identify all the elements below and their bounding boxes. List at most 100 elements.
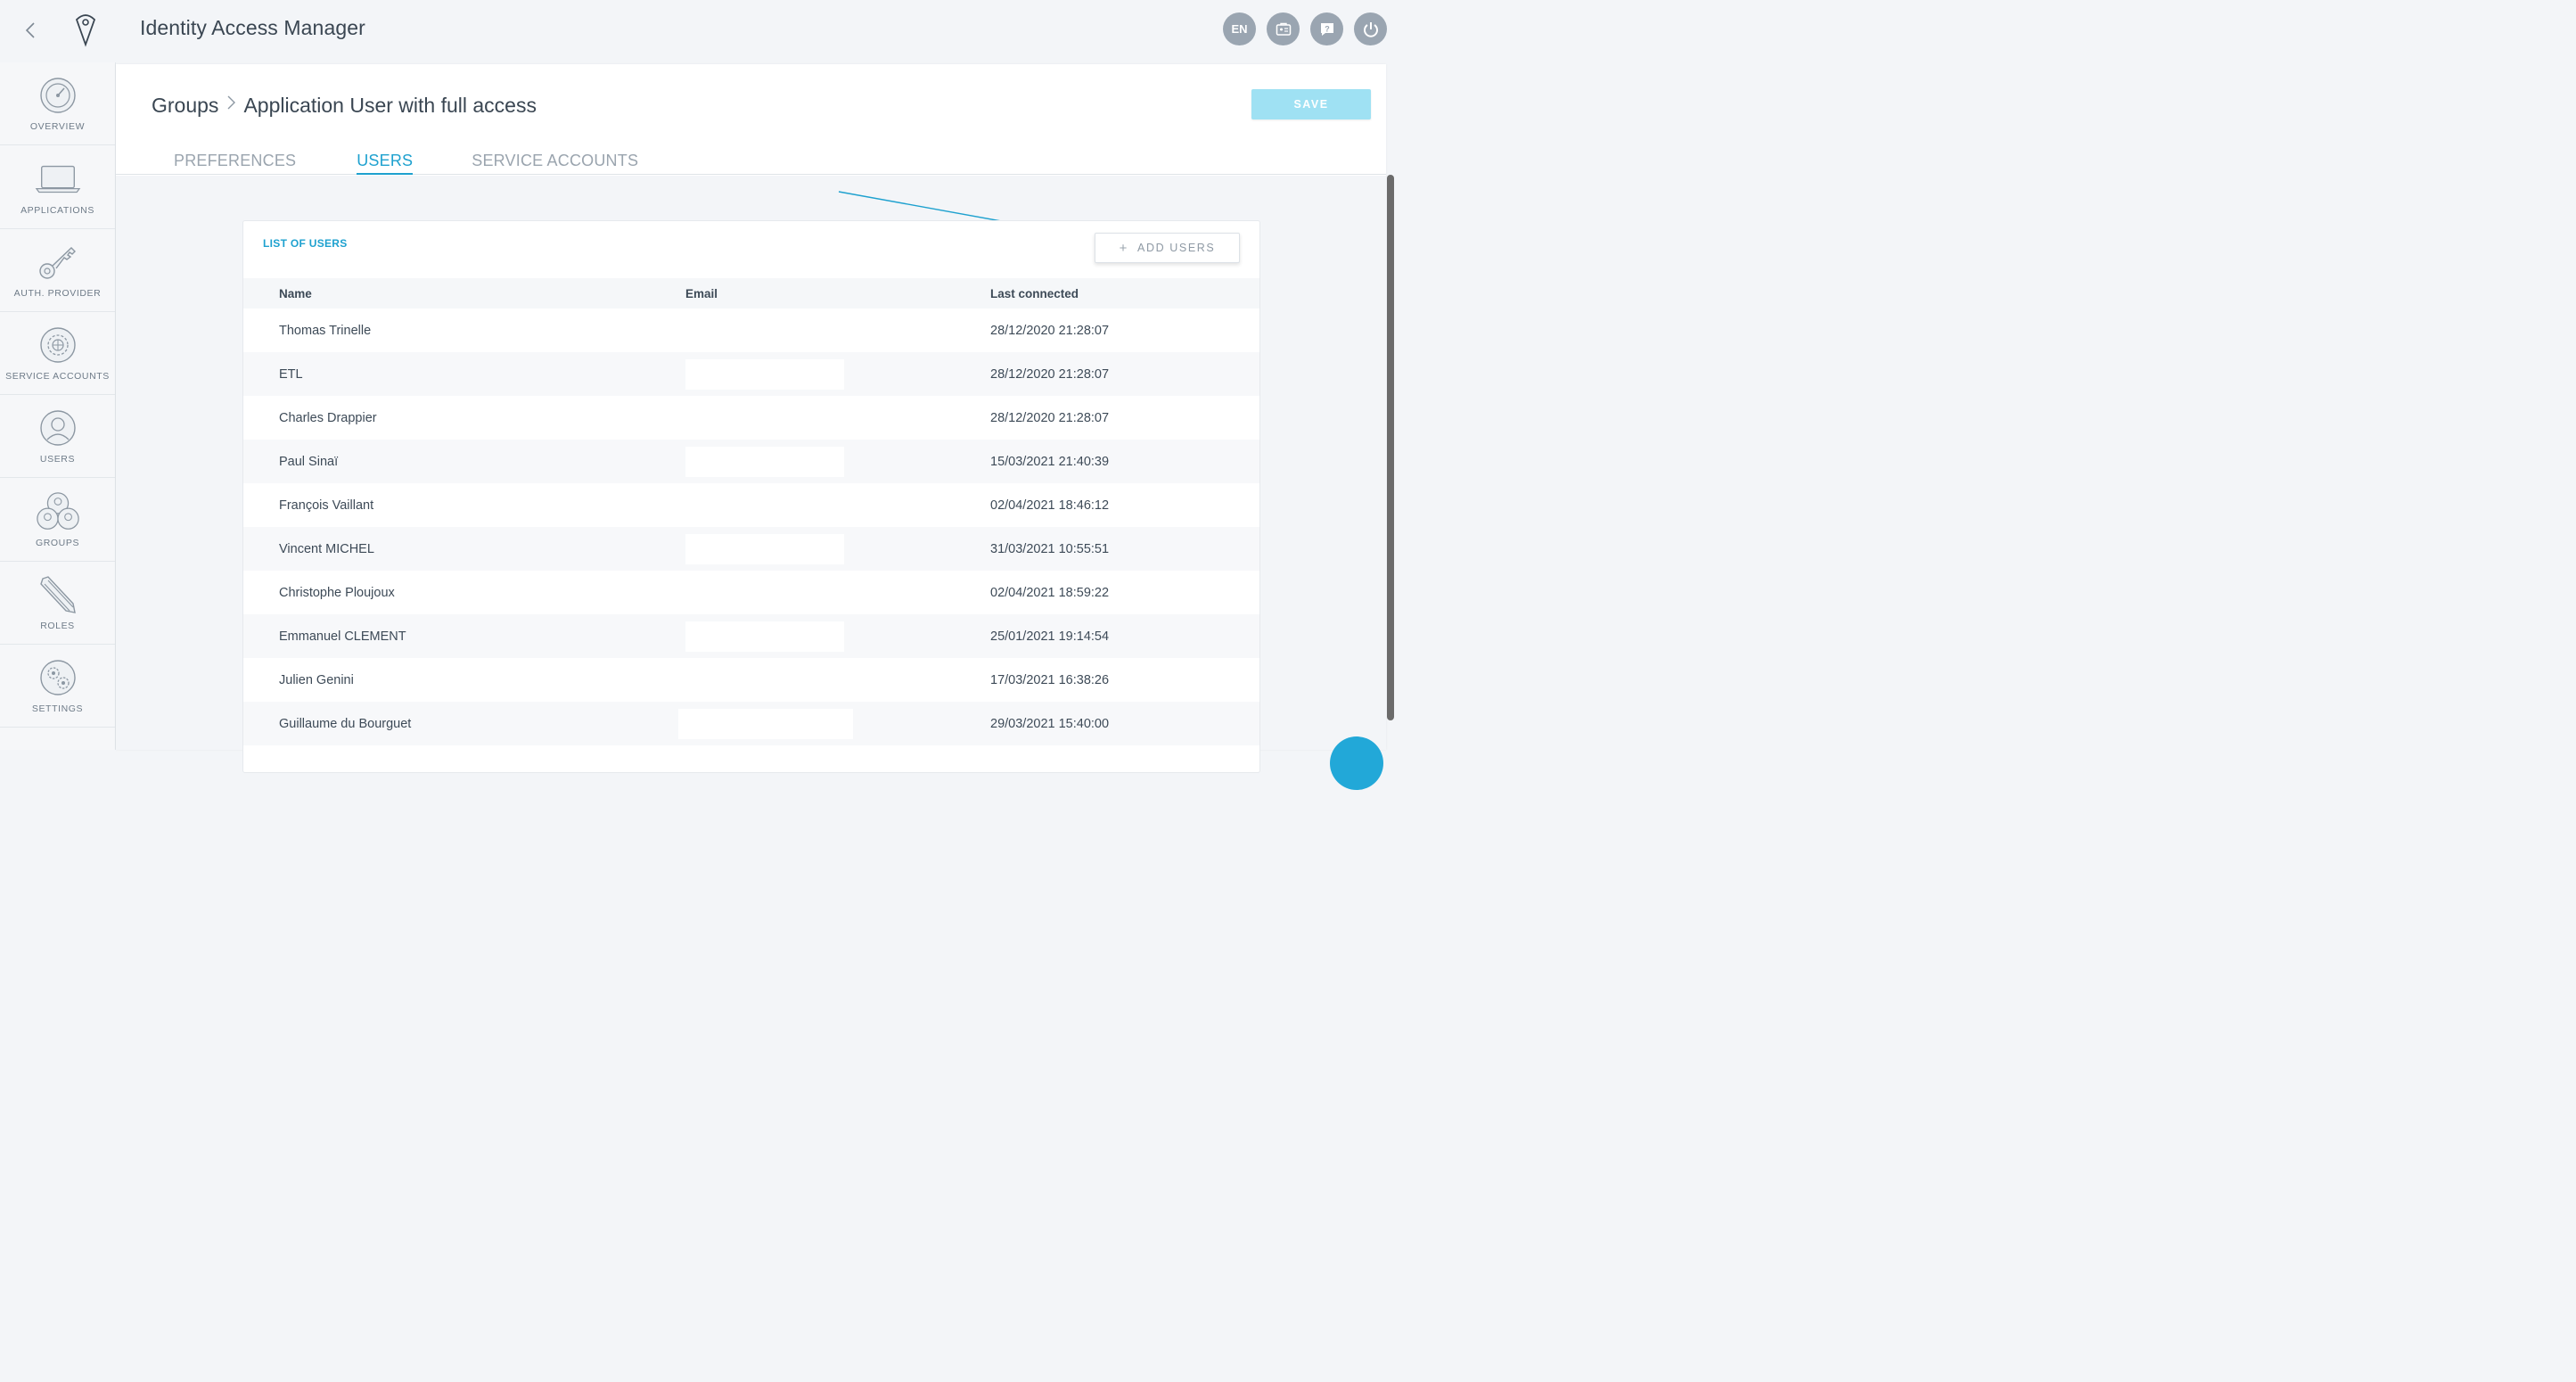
user-email bbox=[685, 483, 990, 527]
users-table: Name Email Last connected Thomas Trinell… bbox=[243, 278, 1259, 745]
user-email bbox=[685, 396, 990, 440]
email-redaction bbox=[685, 358, 844, 390]
table-row[interactable]: Vincent MICHEL 31/03/2021 10:55:51 bbox=[243, 527, 1259, 571]
laptop-icon bbox=[35, 159, 81, 200]
table-row[interactable]: Paul Sinaï 15/03/2021 21:40:39 bbox=[243, 440, 1259, 483]
page-header: Groups Application User with full access… bbox=[116, 64, 1386, 175]
user-email bbox=[685, 308, 990, 352]
table-row[interactable]: Guillaume du Bourguet 29/03/2021 15:40:0… bbox=[243, 702, 1259, 745]
sidebar-item-label: SETTINGS bbox=[31, 703, 84, 715]
sidebar-item-service-accounts[interactable]: SERVICE ACCOUNTS bbox=[0, 312, 115, 396]
vertical-scrollbar[interactable] bbox=[1387, 175, 1394, 720]
top-bar: Identity Access Manager EN ? bbox=[0, 0, 1398, 62]
table-header-row: Name Email Last connected bbox=[243, 278, 1259, 308]
sidebar-item-auth-provider[interactable]: AUTH. PROVIDER bbox=[0, 229, 115, 312]
email-redaction bbox=[685, 533, 844, 564]
gears-icon bbox=[35, 657, 81, 698]
user-name: Paul Sinaï bbox=[243, 440, 685, 483]
key-icon bbox=[35, 242, 81, 283]
user-name: Christophe Ploujoux bbox=[279, 585, 395, 600]
main-panel: Groups Application User with full access… bbox=[116, 64, 1386, 773]
sidebar-item-settings[interactable]: SETTINGS bbox=[0, 645, 115, 728]
sidebar-item-roles[interactable]: ROLES bbox=[0, 562, 115, 646]
user-name: Charles Drappier bbox=[279, 410, 377, 425]
table-row[interactable]: ETL 28/12/2020 21:28:07 bbox=[243, 352, 1259, 396]
gear-globe-icon bbox=[35, 325, 81, 366]
sidebar-item-label: GROUPS bbox=[35, 537, 80, 548]
pencil-icon bbox=[35, 574, 81, 615]
user-last-connected: 02/04/2021 18:59:22 bbox=[990, 585, 1110, 600]
app-title: Identity Access Manager bbox=[140, 16, 365, 39]
user-last-connected: 02/04/2021 18:46:12 bbox=[990, 498, 1110, 513]
id-card-icon[interactable] bbox=[1267, 12, 1300, 45]
top-actions: EN ? bbox=[1223, 12, 1387, 45]
sidebar-item-label: OVERVIEW bbox=[29, 121, 86, 133]
table-row[interactable]: François Vaillant 02/04/2021 18:46:12 bbox=[243, 483, 1259, 527]
user-email bbox=[685, 440, 990, 483]
user-email bbox=[685, 658, 990, 702]
email-redaction bbox=[685, 621, 844, 652]
add-users-button[interactable]: + ADD USERS bbox=[1095, 233, 1240, 263]
tab-content: LIST OF USERS + ADD USERS Name Email Las… bbox=[116, 176, 1386, 773]
sidebar-item-applications[interactable]: APPLICATIONS bbox=[0, 145, 115, 229]
tab-users[interactable]: USERS bbox=[357, 152, 414, 175]
sidebar-item-users[interactable]: USERS bbox=[0, 395, 115, 479]
gauge-icon bbox=[35, 75, 81, 116]
sidebar-item-overview[interactable]: OVERVIEW bbox=[0, 62, 115, 146]
table-row[interactable]: Thomas Trinelle 28/12/2020 21:28:07 bbox=[243, 308, 1259, 352]
breadcrumb-current: Application User with full access bbox=[243, 93, 537, 117]
user-last-connected: 17/03/2021 16:38:26 bbox=[990, 672, 1110, 687]
user-email bbox=[685, 352, 990, 396]
sidebar-item-label: SERVICE ACCOUNTS bbox=[5, 371, 110, 383]
breadcrumb: Groups Application User with full access bbox=[152, 93, 537, 118]
card-title: LIST OF USERS bbox=[263, 237, 348, 250]
user-name: Emmanuel CLEMENT bbox=[243, 614, 685, 658]
tab-service-accounts[interactable]: SERVICE ACCOUNTS bbox=[472, 152, 638, 175]
user-email bbox=[685, 571, 990, 614]
user-name: ETL bbox=[243, 352, 685, 396]
save-button[interactable]: SAVE bbox=[1251, 89, 1371, 119]
table-row[interactable]: Julien Genini 17/03/2021 16:38:26 bbox=[243, 658, 1259, 702]
tab-bar: PREFERENCES USERS SERVICE ACCOUNTS bbox=[174, 152, 638, 175]
svg-text:?: ? bbox=[1325, 24, 1330, 33]
table-row[interactable]: Charles Drappier 28/12/2020 21:28:07 bbox=[243, 396, 1259, 440]
users-card: LIST OF USERS + ADD USERS Name Email Las… bbox=[242, 220, 1260, 773]
sidebar-item-label: AUTH. PROVIDER bbox=[13, 287, 102, 299]
column-header-name[interactable]: Name bbox=[243, 278, 685, 308]
user-name: Julien Genini bbox=[279, 672, 354, 687]
email-redaction bbox=[678, 708, 853, 739]
table-row[interactable]: Christophe Ploujoux 02/04/2021 18:59:22 bbox=[243, 571, 1259, 614]
column-header-last-connected[interactable]: Last connected bbox=[990, 278, 1259, 308]
sidebar-item-label: APPLICATIONS bbox=[21, 204, 94, 216]
email-redaction bbox=[685, 446, 844, 477]
user-name: Thomas Trinelle bbox=[279, 323, 372, 338]
help-icon[interactable]: ? bbox=[1310, 12, 1343, 45]
user-email bbox=[685, 527, 990, 571]
sidebar: OVERVIEW APPLICATIONS AUTH. PROVIDER SER… bbox=[0, 62, 116, 750]
power-icon[interactable] bbox=[1354, 12, 1387, 45]
back-arrow-icon[interactable] bbox=[20, 20, 41, 41]
user-last-connected: 25/01/2021 19:14:54 bbox=[990, 614, 1259, 658]
tab-preferences[interactable]: PREFERENCES bbox=[174, 152, 296, 175]
sidebar-item-label: ROLES bbox=[40, 621, 75, 632]
group-icon bbox=[35, 491, 81, 532]
user-last-connected: 29/03/2021 15:40:00 bbox=[990, 702, 1259, 745]
sidebar-item-label: USERS bbox=[39, 454, 76, 465]
chat-fab-button[interactable] bbox=[1330, 736, 1383, 790]
user-email bbox=[678, 702, 990, 745]
add-users-label: ADD USERS bbox=[1137, 242, 1216, 254]
user-name: Vincent MICHEL bbox=[243, 527, 685, 571]
user-name: Guillaume du Bourguet bbox=[243, 702, 685, 745]
user-last-connected: 28/12/2020 21:28:07 bbox=[990, 410, 1110, 425]
column-header-email[interactable]: Email bbox=[685, 278, 990, 308]
language-button[interactable]: EN bbox=[1223, 12, 1256, 45]
chevron-right-icon bbox=[226, 93, 236, 118]
breadcrumb-parent[interactable]: Groups bbox=[152, 94, 218, 118]
table-row[interactable]: Emmanuel CLEMENT 25/01/2021 19:14:54 bbox=[243, 614, 1259, 658]
user-last-connected: 15/03/2021 21:40:39 bbox=[990, 440, 1259, 483]
user-name: François Vaillant bbox=[279, 498, 374, 513]
plus-icon: + bbox=[1119, 240, 1129, 256]
sidebar-item-groups[interactable]: GROUPS bbox=[0, 478, 115, 562]
user-last-connected: 28/12/2020 21:28:07 bbox=[990, 323, 1110, 338]
user-email bbox=[685, 614, 990, 658]
